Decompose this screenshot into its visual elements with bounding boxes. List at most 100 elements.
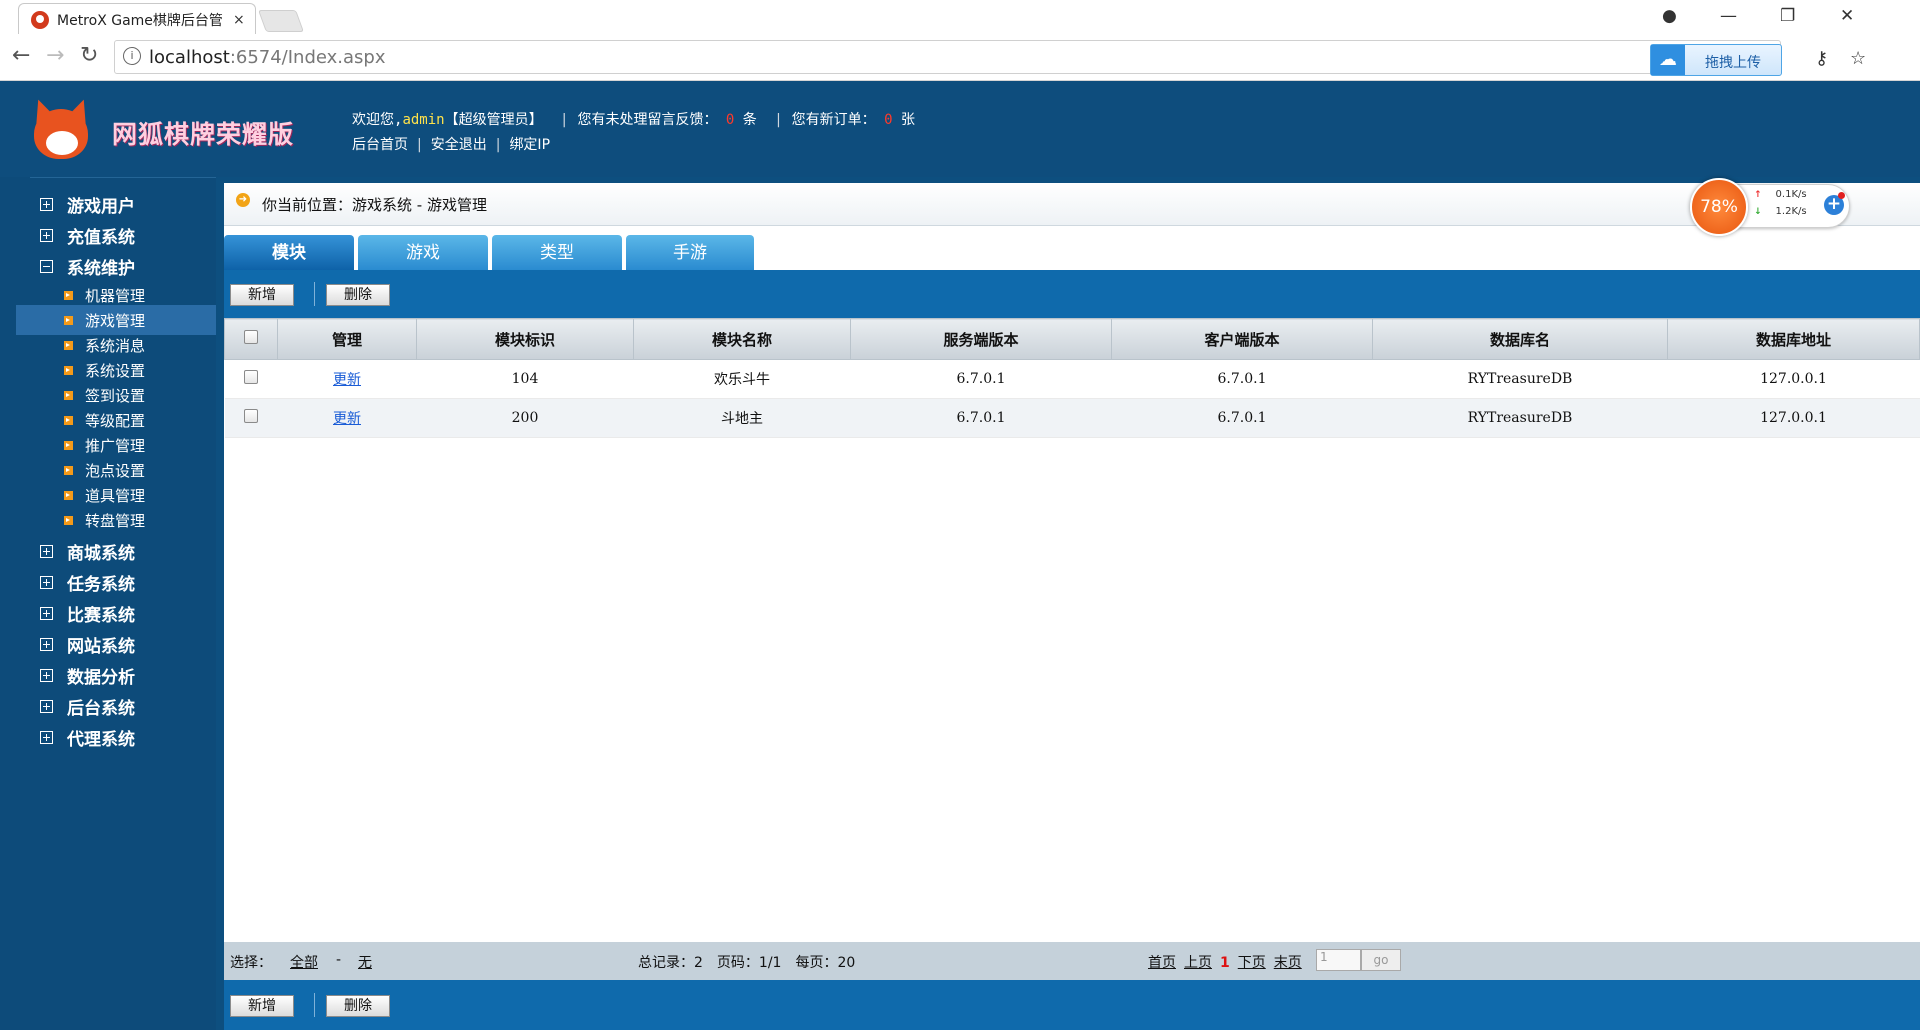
arrow-bullet-icon — [64, 365, 73, 375]
down-arrow-icon: ↓ — [1754, 207, 1762, 217]
expand-icon — [40, 228, 53, 242]
tab-type[interactable]: 类型 — [492, 235, 622, 270]
expand-icon — [40, 668, 53, 682]
breadcrumb: ➜ 你当前位置：游戏系统 - 游戏管理 — [224, 183, 1920, 226]
prev-page-link[interactable]: 上页 — [1184, 955, 1212, 971]
tab-game[interactable]: 游戏 — [358, 235, 488, 270]
pending-count: 0 — [725, 112, 735, 128]
col-manage: 管理 — [277, 318, 417, 360]
last-page-link[interactable]: 末页 — [1274, 955, 1302, 971]
arrow-bullet-icon — [64, 515, 73, 525]
browser-tabbar: MetroX Game棋牌后台管 × ● — ❐ ✕ — [0, 0, 1920, 35]
arrow-bullet-icon — [64, 290, 73, 300]
table-row: 更新 200 斗地主 6.7.0.1 6.7.0.1 RYTreasureDB … — [224, 398, 1920, 438]
new-tab-button[interactable] — [257, 10, 305, 32]
url-text[interactable]: localhost:6574/Index.aspx — [149, 47, 386, 68]
speed-percent[interactable]: 78% — [1690, 178, 1748, 236]
address-bar[interactable]: i localhost:6574/Index.aspx ☁ 拖拽上传 ⚷ ☆ — [114, 40, 1866, 76]
up-arrow-icon: ↑ — [1754, 190, 1762, 200]
star-icon[interactable]: ☆ — [1850, 48, 1866, 69]
home-link[interactable]: 后台首页 — [352, 137, 408, 153]
add-button-bottom[interactable]: 新增 — [230, 995, 294, 1017]
admin-app: 网狐棋牌荣耀版 欢迎您,admin【超级管理员】 | 您有未处理留言反馈： 0 条… — [0, 81, 1920, 1030]
module-table: 管理 模块标识 模块名称 服务端版本 客户端版本 数据库名 数据库地址 更新 1… — [224, 318, 1920, 438]
cell-db-address: 127.0.0.1 — [1667, 359, 1920, 399]
col-module-id: 模块标识 — [416, 318, 634, 360]
sidebar-item-match[interactable]: 比赛系统 — [16, 597, 135, 629]
window-close-icon[interactable]: ✕ — [1840, 6, 1854, 26]
sidebar: 游戏用户 充值系统 系统维护 机器管理 游戏管理 系统消息 系统设置 签到设置 … — [0, 177, 216, 1030]
page-input[interactable]: 1 — [1316, 949, 1361, 971]
cell-module-id: 104 — [416, 359, 634, 399]
location-arrow-icon: ➜ — [236, 193, 250, 207]
cloud-icon: ☁ — [1651, 45, 1685, 75]
cell-client-version: 6.7.0.1 — [1111, 359, 1373, 399]
col-client-version: 客户端版本 — [1111, 318, 1373, 360]
delete-button-bottom[interactable]: 删除 — [326, 995, 390, 1017]
select-all-checkbox[interactable] — [244, 330, 258, 344]
browser-tab[interactable]: MetroX Game棋牌后台管 × — [18, 3, 256, 35]
expand-icon — [40, 730, 53, 744]
drag-upload-button[interactable]: ☁ 拖拽上传 — [1650, 44, 1782, 76]
profile-icon[interactable]: ● — [1662, 6, 1677, 26]
browser-toolbar: ← → ↻ i localhost:6574/Index.aspx ☁ 拖拽上传… — [0, 34, 1920, 98]
add-button[interactable]: 新增 — [230, 284, 294, 306]
col-server-version: 服务端版本 — [850, 318, 1112, 360]
delete-button[interactable]: 删除 — [326, 284, 390, 306]
cell-module-id: 200 — [416, 398, 634, 438]
sidebar-item-analytics[interactable]: 数据分析 — [16, 659, 135, 691]
logout-link[interactable]: 安全退出 — [431, 137, 487, 153]
table-footer: 选择： 全部 - 无 总记录：2 页码：1/1 每页：20 首页 上页 1 下页 末页 … — [224, 942, 1920, 980]
tab-module[interactable]: 模块 — [224, 235, 354, 270]
expand-icon — [40, 575, 53, 589]
network-speed-widget[interactable]: 78% ↑ 0.1K/s ↓ 1.2K/s + — [1690, 178, 1850, 236]
upload-label: 拖拽上传 — [1705, 55, 1761, 71]
tab-close-icon[interactable]: × — [233, 12, 245, 28]
sidebar-item-game-users[interactable]: 游戏用户 — [16, 188, 135, 220]
minimize-icon[interactable]: — — [1720, 6, 1737, 26]
select-all-header — [224, 318, 278, 360]
current-page: 1 — [1220, 955, 1230, 971]
next-page-link[interactable]: 下页 — [1238, 955, 1266, 971]
sidebar-item-backend[interactable]: 后台系统 — [16, 690, 135, 722]
update-link[interactable]: 更新 — [333, 372, 361, 388]
first-page-link[interactable]: 首页 — [1148, 955, 1176, 971]
select-none-link[interactable]: 无 — [358, 952, 372, 972]
col-db-address: 数据库地址 — [1667, 318, 1920, 360]
sidebar-item-task[interactable]: 任务系统 — [16, 566, 135, 598]
sidebar-item-maintenance[interactable]: 系统维护 — [16, 250, 135, 282]
sidebar-item-mall[interactable]: 商城系统 — [16, 535, 135, 567]
go-button[interactable]: go — [1361, 949, 1401, 971]
action-bar-bottom: 新增 删除 — [224, 980, 1920, 1030]
forward-icon[interactable]: → — [46, 43, 64, 68]
action-bar-top: 新增 删除 — [224, 270, 1920, 318]
row-checkbox[interactable] — [244, 409, 258, 423]
select-all-link[interactable]: 全部 — [290, 952, 318, 972]
row-checkbox[interactable] — [244, 370, 258, 384]
col-db-name: 数据库名 — [1372, 318, 1668, 360]
restore-icon[interactable]: ❐ — [1780, 6, 1795, 26]
reload-icon[interactable]: ↻ — [80, 43, 98, 68]
bind-ip-link[interactable]: 绑定IP — [509, 137, 550, 153]
arrow-bullet-icon — [64, 415, 73, 425]
expand-icon — [40, 699, 53, 713]
sidebar-item-recharge[interactable]: 充值系统 — [16, 219, 135, 251]
tab-title: MetroX Game棋牌后台管 — [57, 12, 223, 29]
cell-client-version: 6.7.0.1 — [1111, 398, 1373, 438]
arrow-bullet-icon — [64, 490, 73, 500]
sidebar-item-website[interactable]: 网站系统 — [16, 628, 135, 660]
select-label: 选择： — [230, 955, 272, 971]
key-icon[interactable]: ⚷ — [1815, 48, 1828, 69]
app-header: 网狐棋牌荣耀版 欢迎您,admin【超级管理员】 | 您有未处理留言反馈： 0 条… — [0, 81, 1920, 177]
tab-mobile[interactable]: 手游 — [626, 235, 754, 270]
user-info: 欢迎您,admin【超级管理员】 | 您有未处理留言反馈： 0 条 | 您有新订单：… — [352, 112, 915, 128]
cell-module-name: 欢乐斗牛 — [633, 359, 851, 399]
arrow-bullet-icon — [64, 340, 73, 350]
info-icon[interactable]: i — [123, 47, 141, 65]
fox-favicon-icon — [31, 10, 49, 29]
update-link[interactable]: 更新 — [333, 411, 361, 427]
back-icon[interactable]: ← — [12, 43, 30, 68]
cell-server-version: 6.7.0.1 — [850, 359, 1112, 399]
sidebar-item-agent[interactable]: 代理系统 — [16, 721, 135, 753]
sidebar-sub-wheel[interactable]: 转盘管理 — [16, 505, 216, 535]
